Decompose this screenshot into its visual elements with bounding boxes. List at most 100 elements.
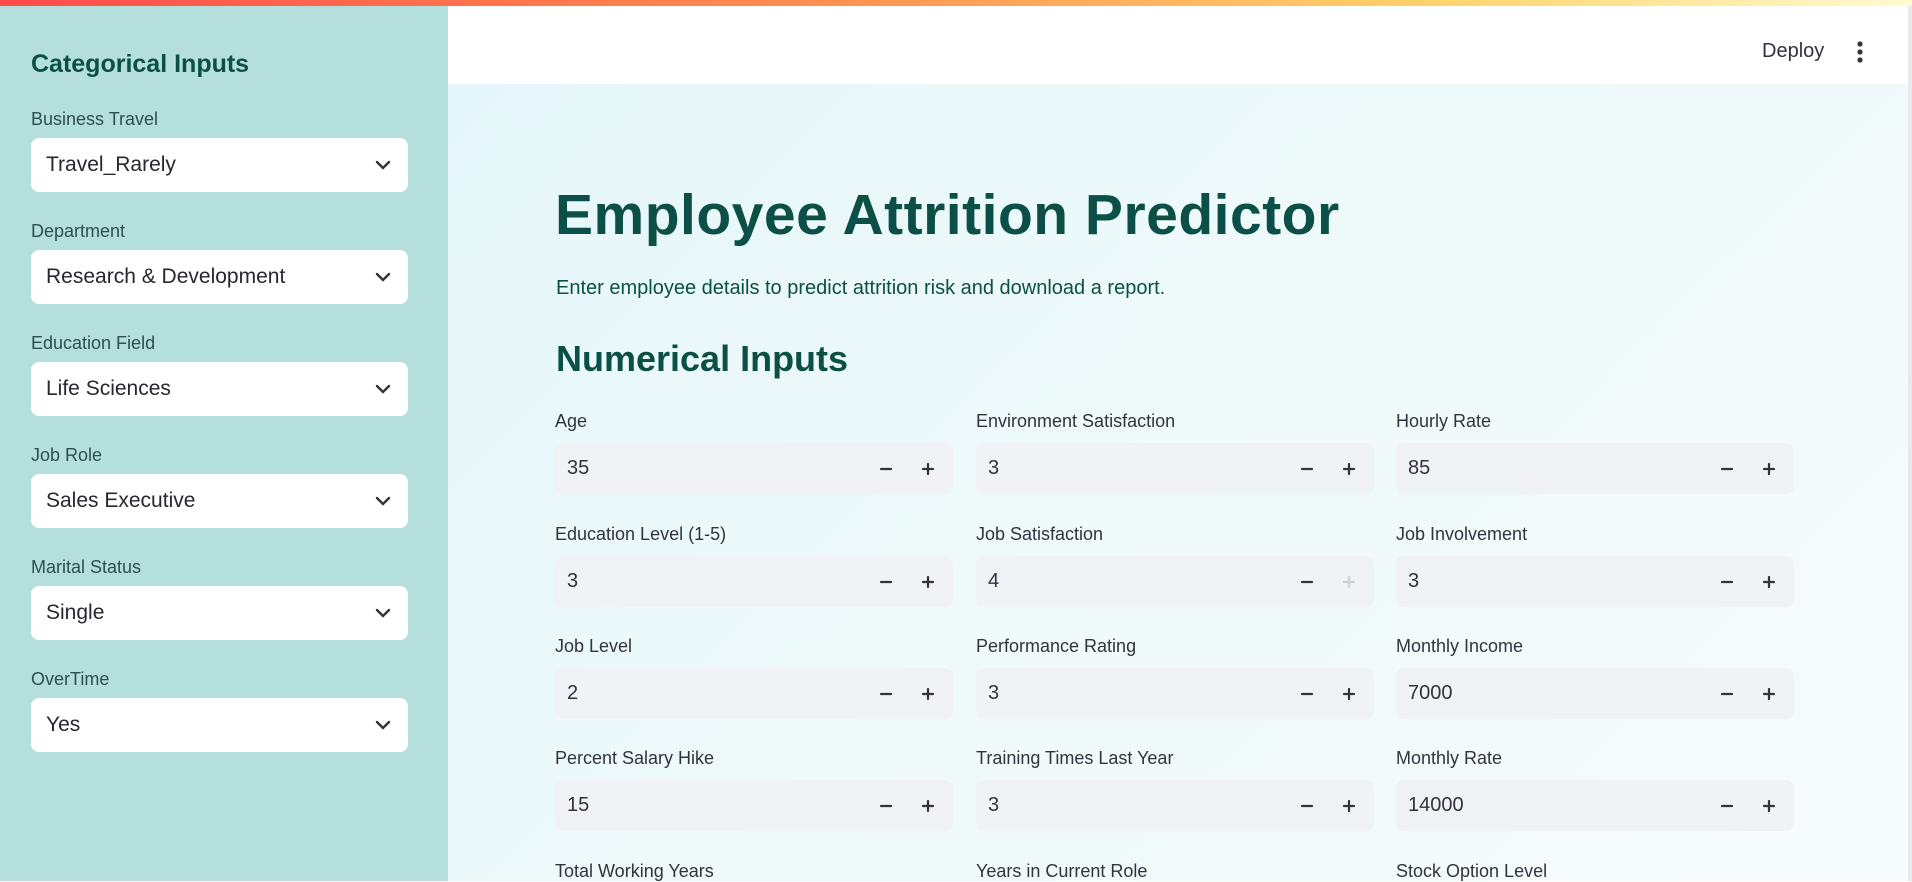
decrement-button[interactable] [865,780,907,831]
decrement-button[interactable] [1286,443,1328,494]
page-title: Employee Attrition Predictor [555,183,1340,247]
increment-button[interactable] [907,780,949,831]
field-label: Training Times Last Year [976,748,1174,768]
sidebar-title: Categorical Inputs [31,50,250,78]
field-label: Education Field [31,333,156,353]
decrement-button[interactable] [865,668,907,719]
number-input-value[interactable]: 85 [1396,457,1706,480]
field-label: Monthly Rate [1396,748,1503,768]
increment-button[interactable] [1748,556,1790,607]
increment-button[interactable] [1328,443,1370,494]
number-input-value[interactable]: 2 [555,682,865,705]
minus-icon [1300,692,1314,695]
monthly-income-field: Monthly Income 7000 [1396,635,1794,719]
number-input-value[interactable]: 35 [555,457,865,480]
increment-button[interactable] [1748,668,1790,719]
field-label: Job Level [555,636,633,656]
plus-icon [1342,462,1356,475]
plus-icon [1762,687,1776,700]
number-input-value[interactable]: 3 [1396,570,1706,593]
decrement-button[interactable] [1286,556,1328,607]
number-input-value[interactable]: 3 [976,794,1286,817]
page-subtitle: Enter employee details to predict attrit… [556,277,1166,299]
percent-salary-hike-field: Percent Salary Hike 15 [555,747,953,831]
chevron-down-icon [374,380,392,398]
chevron-down-icon [374,156,392,174]
job-level-number-input: 2 [555,668,953,719]
percent-salary-hike-number-input: 15 [555,780,953,831]
job-role-select[interactable]: Sales Executive [31,474,408,528]
environment-satisfaction-field: Environment Satisfaction 3 [976,410,1374,494]
minus-icon [879,692,893,695]
job-involvement-number-input: 3 [1396,556,1794,607]
years-in-current-role-field: Years in Current Role [976,860,1374,882]
decrement-button[interactable] [865,556,907,607]
scrollbar-track[interactable] [1908,0,1912,881]
job-satisfaction-number-input: 4 [976,556,1374,607]
increment-button[interactable] [907,668,949,719]
decrement-button[interactable] [1286,668,1328,719]
deploy-button[interactable]: Deploy [1762,40,1824,63]
increment-button[interactable] [907,556,949,607]
increment-button[interactable] [1328,780,1370,831]
job-level-field: Job Level 2 [555,635,953,719]
plus-icon [1762,799,1776,812]
decrement-button[interactable] [1706,668,1748,719]
monthly-rate-number-input: 14000 [1396,780,1794,831]
business-travel-field: Business Travel Travel_Rarely [31,108,408,192]
select-value: Sales Executive [46,489,196,512]
top-decoration-bar [0,0,1912,6]
department-field: Department Research & Development [31,220,408,304]
number-input-value[interactable]: 4 [976,570,1286,593]
plus-icon [921,799,935,812]
number-input-value[interactable]: 3 [976,457,1286,480]
field-label: Job Role [31,445,103,465]
kebab-menu-icon[interactable] [1849,38,1871,66]
number-input-value[interactable]: 7000 [1396,682,1706,705]
field-label: Job Involvement [1396,524,1528,544]
select-value: Travel_Rarely [46,153,176,176]
field-label: Monthly Income [1396,636,1524,656]
age-field: Age 35 [555,410,953,494]
age-number-input: 35 [555,443,953,494]
field-label: Performance Rating [976,636,1137,656]
field-label: Percent Salary Hike [555,748,715,768]
increment-button[interactable] [1328,668,1370,719]
chevron-down-icon [374,492,392,510]
minus-icon [1720,580,1734,583]
marital-status-select[interactable]: Single [31,586,408,640]
decrement-button[interactable] [1706,443,1748,494]
number-input-value[interactable]: 14000 [1396,794,1706,817]
number-input-value[interactable]: 3 [555,570,865,593]
decrement-button[interactable] [1286,780,1328,831]
number-input-value[interactable]: 3 [976,682,1286,705]
plus-icon [1342,799,1356,812]
minus-icon [1300,467,1314,470]
field-label: Hourly Rate [1396,411,1492,431]
decrement-button[interactable] [1706,556,1748,607]
department-select[interactable]: Research & Development [31,250,408,304]
performance-rating-number-input: 3 [976,668,1374,719]
increment-button[interactable] [1328,556,1370,607]
marital-status-field: Marital Status Single [31,556,408,640]
decrement-button[interactable] [865,443,907,494]
plus-icon [1342,575,1356,588]
plus-icon [921,462,935,475]
education-field-field: Education Field Life Sciences [31,332,408,416]
minus-icon [879,580,893,583]
increment-button[interactable] [1748,780,1790,831]
education-field-select[interactable]: Life Sciences [31,362,408,416]
plus-icon [1762,575,1776,588]
overtime-select[interactable]: Yes [31,698,408,752]
plus-icon [1762,462,1776,475]
field-label: Environment Satisfaction [976,411,1176,431]
field-label: Business Travel [31,109,159,129]
chevron-down-icon [374,268,392,286]
number-input-value[interactable]: 15 [555,794,865,817]
business-travel-select[interactable]: Travel_Rarely [31,138,408,192]
decrement-button[interactable] [1706,780,1748,831]
stock-option-level-field: Stock Option Level [1396,860,1794,882]
increment-button[interactable] [907,443,949,494]
increment-button[interactable] [1748,443,1790,494]
select-value: Single [46,601,105,624]
